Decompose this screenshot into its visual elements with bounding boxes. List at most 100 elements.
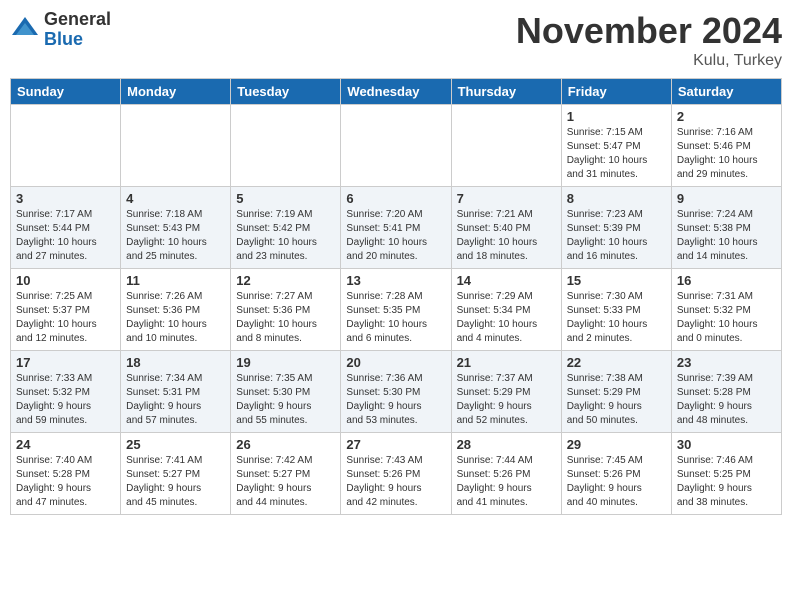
day-cell: 12 Sunrise: 7:27 AM Sunset: 5:36 PM Dayli…: [231, 269, 341, 351]
day-info: Sunrise: 7:35 AM Sunset: 5:30 PM Dayligh…: [236, 372, 335, 428]
day-number: 13: [346, 273, 445, 288]
col-header-friday: Friday: [561, 79, 671, 105]
page-header: General Blue November 2024 Kulu, Turkey: [10, 10, 782, 70]
day-cell: 2 Sunrise: 7:16 AM Sunset: 5:46 PM Daylig…: [671, 105, 781, 187]
day-info: Sunrise: 7:31 AM Sunset: 5:32 PM Dayligh…: [677, 290, 776, 346]
col-header-saturday: Saturday: [671, 79, 781, 105]
day-cell: 19 Sunrise: 7:35 AM Sunset: 5:30 PM Dayli…: [231, 351, 341, 433]
day-cell: [231, 105, 341, 187]
col-header-wednesday: Wednesday: [341, 79, 451, 105]
day-cell: [451, 105, 561, 187]
day-number: 28: [457, 437, 556, 452]
col-header-tuesday: Tuesday: [231, 79, 341, 105]
day-cell: 11 Sunrise: 7:26 AM Sunset: 5:36 PM Dayli…: [121, 269, 231, 351]
day-number: 29: [567, 437, 666, 452]
day-cell: 22Sunrise: 7:38 AM Sunset: 5:29 PM Dayli…: [561, 351, 671, 433]
day-info: Sunrise: 7:30 AM Sunset: 5:33 PM Dayligh…: [567, 290, 666, 346]
day-cell: 3 Sunrise: 7:17 AM Sunset: 5:44 PM Daylig…: [11, 187, 121, 269]
day-number: 30: [677, 437, 776, 452]
month-title: November 2024: [516, 10, 782, 52]
day-info: Sunrise: 7:34 AM Sunset: 5:31 PM Dayligh…: [126, 372, 225, 428]
day-number: 12: [236, 273, 335, 288]
day-cell: 25Sunrise: 7:41 AM Sunset: 5:27 PM Dayli…: [121, 433, 231, 515]
day-number: 26: [236, 437, 335, 452]
day-cell: 10Sunrise: 7:25 AM Sunset: 5:37 PM Dayli…: [11, 269, 121, 351]
day-info: Sunrise: 7:44 AM Sunset: 5:26 PM Dayligh…: [457, 454, 556, 510]
day-cell: 16 Sunrise: 7:31 AM Sunset: 5:32 PM Dayli…: [671, 269, 781, 351]
day-number: 11: [126, 273, 225, 288]
day-number: 2: [677, 109, 776, 124]
day-info: Sunrise: 7:16 AM Sunset: 5:46 PM Dayligh…: [677, 126, 776, 182]
day-cell: 1Sunrise: 7:15 AM Sunset: 5:47 PM Daylig…: [561, 105, 671, 187]
day-cell: 20Sunrise: 7:36 AM Sunset: 5:30 PM Dayli…: [341, 351, 451, 433]
logo-general: General: [44, 10, 111, 30]
day-cell: 26 Sunrise: 7:42 AM Sunset: 5:27 PM Dayli…: [231, 433, 341, 515]
week-row-3: 10Sunrise: 7:25 AM Sunset: 5:37 PM Dayli…: [11, 269, 782, 351]
day-number: 15: [567, 273, 666, 288]
day-cell: 24Sunrise: 7:40 AM Sunset: 5:28 PM Dayli…: [11, 433, 121, 515]
day-info: Sunrise: 7:21 AM Sunset: 5:40 PM Dayligh…: [457, 208, 556, 264]
day-number: 9: [677, 191, 776, 206]
day-cell: 23 Sunrise: 7:39 AM Sunset: 5:28 PM Dayli…: [671, 351, 781, 433]
logo: General Blue: [10, 10, 111, 50]
day-cell: 21Sunrise: 7:37 AM Sunset: 5:29 PM Dayli…: [451, 351, 561, 433]
day-info: Sunrise: 7:25 AM Sunset: 5:37 PM Dayligh…: [16, 290, 115, 346]
day-cell: 15 Sunrise: 7:30 AM Sunset: 5:33 PM Dayli…: [561, 269, 671, 351]
logo-text: General Blue: [44, 10, 111, 50]
day-cell: 29 Sunrise: 7:45 AM Sunset: 5:26 PM Dayli…: [561, 433, 671, 515]
day-cell: 4 Sunrise: 7:18 AM Sunset: 5:43 PM Daylig…: [121, 187, 231, 269]
day-info: Sunrise: 7:19 AM Sunset: 5:42 PM Dayligh…: [236, 208, 335, 264]
header-row: SundayMondayTuesdayWednesdayThursdayFrid…: [11, 79, 782, 105]
day-cell: 30 Sunrise: 7:46 AM Sunset: 5:25 PM Dayli…: [671, 433, 781, 515]
col-header-monday: Monday: [121, 79, 231, 105]
logo-blue: Blue: [44, 30, 111, 50]
week-row-1: 1Sunrise: 7:15 AM Sunset: 5:47 PM Daylig…: [11, 105, 782, 187]
day-number: 4: [126, 191, 225, 206]
day-cell: 7Sunrise: 7:21 AM Sunset: 5:40 PM Daylig…: [451, 187, 561, 269]
day-number: 8: [567, 191, 666, 206]
day-number: 3: [16, 191, 115, 206]
day-info: Sunrise: 7:27 AM Sunset: 5:36 PM Dayligh…: [236, 290, 335, 346]
day-info: Sunrise: 7:33 AM Sunset: 5:32 PM Dayligh…: [16, 372, 115, 428]
logo-icon: [10, 15, 40, 45]
day-number: 5: [236, 191, 335, 206]
day-number: 17: [16, 355, 115, 370]
day-number: 14: [457, 273, 556, 288]
calendar-table: SundayMondayTuesdayWednesdayThursdayFrid…: [10, 78, 782, 515]
day-number: 21: [457, 355, 556, 370]
day-cell: 5 Sunrise: 7:19 AM Sunset: 5:42 PM Daylig…: [231, 187, 341, 269]
day-info: Sunrise: 7:43 AM Sunset: 5:26 PM Dayligh…: [346, 454, 445, 510]
day-info: Sunrise: 7:23 AM Sunset: 5:39 PM Dayligh…: [567, 208, 666, 264]
day-cell: [121, 105, 231, 187]
week-row-2: 3 Sunrise: 7:17 AM Sunset: 5:44 PM Daylig…: [11, 187, 782, 269]
day-info: Sunrise: 7:39 AM Sunset: 5:28 PM Dayligh…: [677, 372, 776, 428]
day-cell: 14Sunrise: 7:29 AM Sunset: 5:34 PM Dayli…: [451, 269, 561, 351]
week-row-5: 24Sunrise: 7:40 AM Sunset: 5:28 PM Dayli…: [11, 433, 782, 515]
day-number: 23: [677, 355, 776, 370]
day-cell: 8 Sunrise: 7:23 AM Sunset: 5:39 PM Daylig…: [561, 187, 671, 269]
day-number: 19: [236, 355, 335, 370]
day-info: Sunrise: 7:46 AM Sunset: 5:25 PM Dayligh…: [677, 454, 776, 510]
day-number: 22: [567, 355, 666, 370]
day-info: Sunrise: 7:20 AM Sunset: 5:41 PM Dayligh…: [346, 208, 445, 264]
day-number: 20: [346, 355, 445, 370]
col-header-sunday: Sunday: [11, 79, 121, 105]
day-info: Sunrise: 7:15 AM Sunset: 5:47 PM Dayligh…: [567, 126, 666, 182]
day-info: Sunrise: 7:42 AM Sunset: 5:27 PM Dayligh…: [236, 454, 335, 510]
day-info: Sunrise: 7:45 AM Sunset: 5:26 PM Dayligh…: [567, 454, 666, 510]
day-cell: 9Sunrise: 7:24 AM Sunset: 5:38 PM Daylig…: [671, 187, 781, 269]
day-number: 16: [677, 273, 776, 288]
day-cell: [341, 105, 451, 187]
title-area: November 2024 Kulu, Turkey: [516, 10, 782, 70]
day-info: Sunrise: 7:18 AM Sunset: 5:43 PM Dayligh…: [126, 208, 225, 264]
day-cell: 17 Sunrise: 7:33 AM Sunset: 5:32 PM Dayli…: [11, 351, 121, 433]
day-info: Sunrise: 7:17 AM Sunset: 5:44 PM Dayligh…: [16, 208, 115, 264]
day-info: Sunrise: 7:40 AM Sunset: 5:28 PM Dayligh…: [16, 454, 115, 510]
day-info: Sunrise: 7:41 AM Sunset: 5:27 PM Dayligh…: [126, 454, 225, 510]
day-info: Sunrise: 7:26 AM Sunset: 5:36 PM Dayligh…: [126, 290, 225, 346]
location: Kulu, Turkey: [516, 52, 782, 70]
day-number: 6: [346, 191, 445, 206]
day-cell: 27Sunrise: 7:43 AM Sunset: 5:26 PM Dayli…: [341, 433, 451, 515]
day-cell: 28 Sunrise: 7:44 AM Sunset: 5:26 PM Dayli…: [451, 433, 561, 515]
day-cell: 18Sunrise: 7:34 AM Sunset: 5:31 PM Dayli…: [121, 351, 231, 433]
